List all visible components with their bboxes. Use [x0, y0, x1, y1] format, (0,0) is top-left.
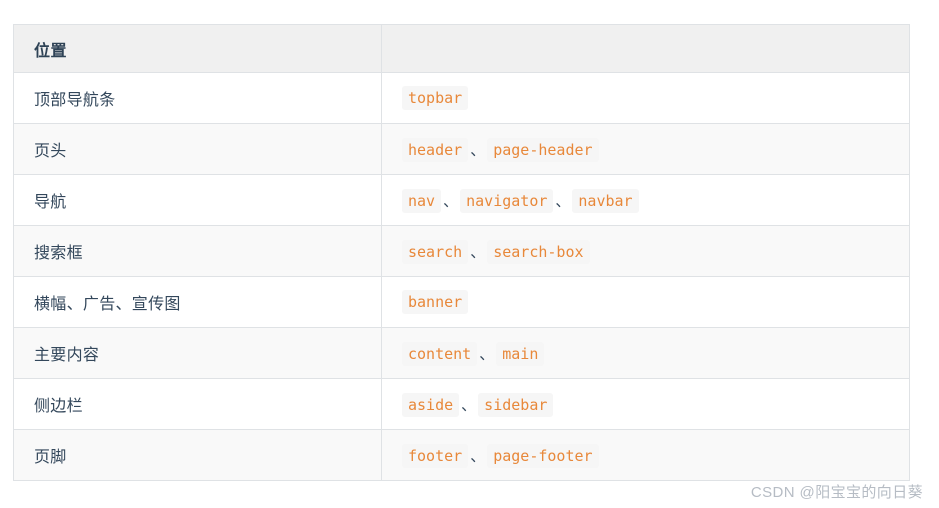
cell-location: 导航	[13, 174, 382, 226]
class-name-token: aside	[402, 392, 460, 417]
class-name-token: topbar	[402, 85, 469, 110]
cell-classname: aside、 sidebar	[381, 378, 910, 430]
table-header: 位置	[13, 24, 910, 73]
table-row: 页头 header、 page-header	[13, 123, 910, 175]
class-name-token: sidebar	[478, 392, 554, 417]
token-separator: 、	[470, 243, 486, 261]
class-name-token: search-box	[487, 239, 590, 264]
token-separator: 、	[443, 192, 459, 210]
cell-location: 侧边栏	[13, 378, 382, 430]
cell-location: 页脚	[13, 429, 382, 481]
table-row: 页脚 footer、 page-footer	[13, 429, 910, 481]
cell-location: 主要内容	[13, 327, 382, 379]
table-row: 顶部导航条 topbar	[13, 72, 910, 124]
table-header-row: 位置	[13, 24, 910, 73]
column-header-classname	[381, 24, 910, 73]
class-name-token: nav	[402, 188, 442, 213]
naming-convention-table-wrapper: 位置 顶部导航条 topbar 页头 header、 page-header 导航 nav、…	[13, 24, 910, 481]
class-name-token: page-footer	[487, 443, 599, 468]
table-body: 顶部导航条 topbar 页头 header、 page-header 导航 nav、 nav…	[13, 72, 910, 481]
token-separator: 、	[470, 447, 486, 465]
token-separator: 、	[470, 141, 486, 159]
class-name-token: content	[402, 341, 478, 366]
cell-classname: header、 page-header	[381, 123, 910, 175]
token-separator: 、	[461, 396, 477, 414]
class-name-token: navbar	[572, 188, 639, 213]
token-separator: 、	[555, 192, 571, 210]
class-name-token: navigator	[460, 188, 554, 213]
cell-classname: footer、 page-footer	[381, 429, 910, 481]
table-row: 横幅、广告、宣传图 banner	[13, 276, 910, 328]
table-row: 搜索框 search、 search-box	[13, 225, 910, 277]
cell-classname: banner	[381, 276, 910, 328]
class-name-token: footer	[402, 443, 469, 468]
cell-classname: topbar	[381, 72, 910, 124]
cell-classname: content、 main	[381, 327, 910, 379]
class-name-token: header	[402, 137, 469, 162]
table-row: 导航 nav、 navigator、 navbar	[13, 174, 910, 226]
class-name-token: search	[402, 239, 469, 264]
class-name-token: main	[496, 341, 545, 366]
cell-classname: nav、 navigator、 navbar	[381, 174, 910, 226]
cell-classname: search、 search-box	[381, 225, 910, 277]
column-header-location: 位置	[13, 24, 382, 73]
naming-convention-table: 位置 顶部导航条 topbar 页头 header、 page-header 导航 nav、…	[13, 24, 910, 481]
cell-location: 搜索框	[13, 225, 382, 277]
token-separator: 、	[479, 345, 495, 363]
cell-location: 页头	[13, 123, 382, 175]
table-row: 侧边栏 aside、 sidebar	[13, 378, 910, 430]
table-row: 主要内容 content、 main	[13, 327, 910, 379]
cell-location: 顶部导航条	[13, 72, 382, 124]
watermark-text: CSDN @阳宝宝的向日葵	[750, 484, 923, 501]
class-name-token: page-header	[487, 137, 599, 162]
cell-location: 横幅、广告、宣传图	[13, 276, 382, 328]
class-name-token: banner	[402, 289, 469, 314]
